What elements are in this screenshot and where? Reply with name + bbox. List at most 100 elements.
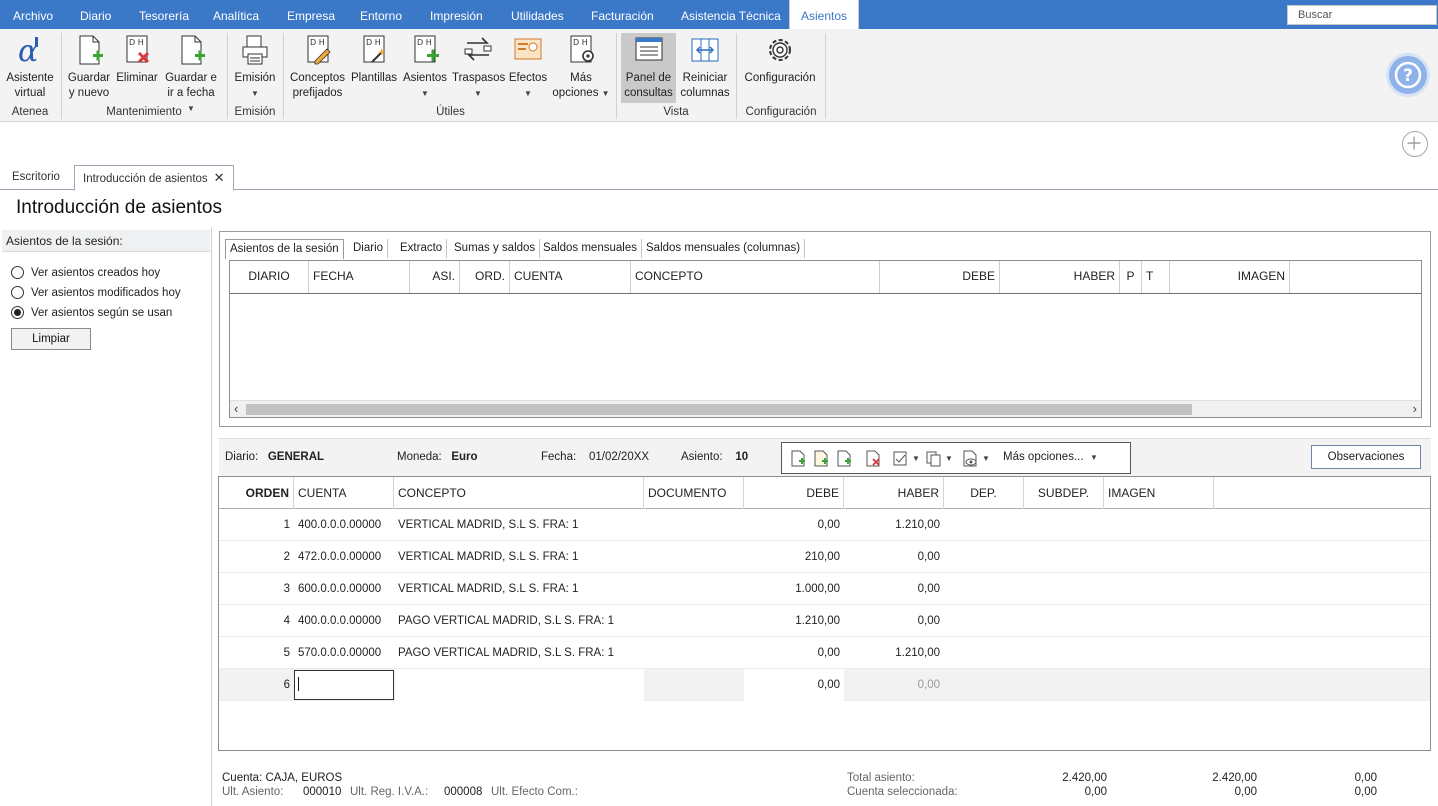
cell-debe[interactable]: 0,00: [744, 509, 844, 541]
col-asi[interactable]: ASI.: [410, 261, 460, 293]
add-tab-button[interactable]: [1402, 131, 1428, 157]
asistente-virtual-button[interactable]: α Asistente virtual: [4, 33, 56, 101]
entry-row[interactable]: 1 400.0.0.0.00000 VERTICAL MADRID, S.L S…: [219, 509, 1430, 541]
limpiar-button[interactable]: Limpiar: [11, 328, 91, 350]
cell-debe[interactable]: 1.000,00: [744, 573, 844, 605]
cell-cuenta[interactable]: 400.0.0.0.00000: [294, 509, 394, 541]
asientos-button[interactable]: D H Asientos ▼: [402, 33, 448, 101]
menu-tab-archivo[interactable]: Archivo: [13, 0, 53, 29]
cell-debe[interactable]: 0,00: [744, 669, 844, 701]
col-orden[interactable]: ORDEN: [219, 477, 294, 509]
cell-concepto[interactable]: VERTICAL MADRID, S.L S. FRA: 1: [394, 541, 644, 573]
col-dep[interactable]: DEP.: [944, 477, 1024, 509]
guardar-fecha-button[interactable]: Guardar e ir a fecha ▼: [163, 33, 219, 116]
traspasos-button[interactable]: Traspasos ▼: [452, 33, 505, 101]
chevron-down-icon[interactable]: ▼: [982, 454, 990, 463]
tab-diario[interactable]: Diario: [349, 239, 389, 258]
menu-tab-impresion[interactable]: Impresión: [430, 0, 483, 29]
entry-row[interactable]: 4 400.0.0.0.00000 PAGO VERTICAL MADRID, …: [219, 605, 1430, 637]
col-fecha[interactable]: FECHA: [309, 261, 410, 293]
cell-debe[interactable]: 210,00: [744, 541, 844, 573]
entry-row-editing[interactable]: 6 0,00 0,00: [219, 669, 1430, 701]
cell-cuenta[interactable]: 400.0.0.0.00000: [294, 605, 394, 637]
insert-line-icon[interactable]: [790, 450, 806, 467]
col-debe[interactable]: DEBE: [880, 261, 1000, 293]
col-imagen[interactable]: IMAGEN: [1170, 261, 1290, 293]
entry-row[interactable]: 2 472.0.0.0.00000 VERTICAL MADRID, S.L S…: [219, 541, 1430, 573]
col-ord[interactable]: ORD.: [460, 261, 510, 293]
chevron-down-icon[interactable]: ▼: [945, 454, 953, 463]
col-documento[interactable]: DOCUMENTO: [644, 477, 744, 509]
mas-opciones-button[interactable]: D H Más opciones ▼: [551, 33, 611, 101]
col-concepto[interactable]: CONCEPTO: [394, 477, 644, 509]
scrollbar-thumb[interactable]: [246, 404, 1192, 415]
col-subdep[interactable]: SUBDEP.: [1024, 477, 1104, 509]
entry-row[interactable]: 3 600.0.0.0.00000 VERTICAL MADRID, S.L S…: [219, 573, 1430, 605]
menu-tab-asistencia[interactable]: Asistencia Técnica: [681, 0, 781, 29]
radio-creados-hoy[interactable]: Ver asientos creados hoy: [11, 266, 160, 279]
col-diario[interactable]: DIARIO: [230, 261, 309, 293]
cell-haber[interactable]: 0,00: [844, 573, 944, 605]
horizontal-scrollbar[interactable]: ‹ ›: [230, 400, 1421, 417]
scroll-left-icon[interactable]: ‹: [234, 401, 238, 416]
insert-below-icon[interactable]: [836, 450, 852, 467]
menu-tab-diario[interactable]: Diario: [80, 0, 111, 29]
session-entries-grid[interactable]: DIARIO FECHA ASI. ORD. CUENTA CONCEPTO D…: [229, 260, 1422, 418]
eliminar-button[interactable]: D H Eliminar: [115, 33, 159, 86]
emision-button[interactable]: Emisión ▼: [232, 33, 278, 101]
tab-saldos-mensuales[interactable]: Saldos mensuales: [539, 239, 642, 258]
menu-tab-asientos[interactable]: Asientos: [789, 0, 859, 30]
cell-haber[interactable]: 1.210,00: [844, 637, 944, 669]
reiniciar-columnas-button[interactable]: Reiniciar columnas: [679, 33, 731, 101]
menu-tab-empresa[interactable]: Empresa: [287, 0, 335, 29]
col-cuenta[interactable]: CUENTA: [294, 477, 394, 509]
mas-opciones-dropdown[interactable]: Más opciones... ▼: [1003, 451, 1098, 463]
radio-modificados-hoy[interactable]: Ver asientos modificados hoy: [11, 286, 181, 299]
panel-consultas-button[interactable]: Panel de consultas: [621, 33, 676, 103]
cell-concepto[interactable]: PAGO VERTICAL MADRID, S.L S. FRA: 1: [394, 605, 644, 637]
tab-extracto[interactable]: Extracto: [396, 239, 448, 258]
cell-cuenta[interactable]: 600.0.0.0.00000: [294, 573, 394, 605]
observaciones-button[interactable]: Observaciones: [1311, 445, 1421, 469]
col-p[interactable]: P: [1120, 261, 1142, 293]
close-icon[interactable]: ✕: [214, 170, 225, 185]
view-document-icon[interactable]: [962, 450, 978, 467]
menu-tab-analitica[interactable]: Analítica: [213, 0, 259, 29]
cell-cuenta[interactable]: 472.0.0.0.00000: [294, 541, 394, 573]
radio-segun-se-usan[interactable]: Ver asientos según se usan: [11, 306, 172, 319]
col-imagen[interactable]: IMAGEN: [1104, 477, 1214, 509]
cell-haber[interactable]: 0,00: [844, 541, 944, 573]
menu-tab-utilidades[interactable]: Utilidades: [511, 0, 564, 29]
cell-debe[interactable]: 0,00: [744, 637, 844, 669]
tab-saldos-mensuales-columnas[interactable]: Saldos mensuales (columnas): [642, 239, 806, 258]
col-concepto[interactable]: CONCEPTO: [631, 261, 880, 293]
copy-lines-icon[interactable]: [925, 450, 941, 467]
insert-above-icon[interactable]: [813, 450, 829, 467]
tab-introduccion-asientos[interactable]: Introducción de asientos ✕: [74, 165, 234, 191]
cell-cuenta[interactable]: 570.0.0.0.00000: [294, 637, 394, 669]
plantillas-button[interactable]: D H Plantillas: [350, 33, 398, 86]
check-lines-icon[interactable]: [892, 450, 908, 467]
cuenta-input[interactable]: [294, 670, 394, 700]
menu-tab-tesoreria[interactable]: Tesorería: [139, 0, 189, 29]
col-haber[interactable]: HABER: [844, 477, 944, 509]
tab-sumas-saldos[interactable]: Sumas y saldos: [450, 239, 541, 258]
cell-concepto[interactable]: PAGO VERTICAL MADRID, S.L S. FRA: 1: [394, 637, 644, 669]
tab-escritorio[interactable]: Escritorio: [4, 165, 68, 190]
col-t[interactable]: T: [1142, 261, 1170, 293]
entry-row[interactable]: 5 570.0.0.0.00000 PAGO VERTICAL MADRID, …: [219, 637, 1430, 669]
efectos-button[interactable]: Efectos ▼: [508, 33, 548, 101]
scroll-right-icon[interactable]: ›: [1413, 401, 1417, 416]
search-input[interactable]: Buscar: [1287, 5, 1437, 25]
cell-haber[interactable]: 0,00: [844, 669, 944, 701]
cell-haber[interactable]: 0,00: [844, 605, 944, 637]
cell-concepto[interactable]: VERTICAL MADRID, S.L S. FRA: 1: [394, 573, 644, 605]
concepto-input[interactable]: [395, 669, 644, 701]
cell-debe[interactable]: 1.210,00: [744, 605, 844, 637]
conceptos-prefijados-button[interactable]: D H Conceptos prefijados: [288, 33, 347, 101]
delete-line-icon[interactable]: [865, 450, 881, 467]
menu-tab-facturacion[interactable]: Facturación: [591, 0, 654, 29]
chevron-down-icon[interactable]: ▼: [912, 454, 920, 463]
col-cuenta[interactable]: CUENTA: [510, 261, 631, 293]
col-haber[interactable]: HABER: [1000, 261, 1120, 293]
